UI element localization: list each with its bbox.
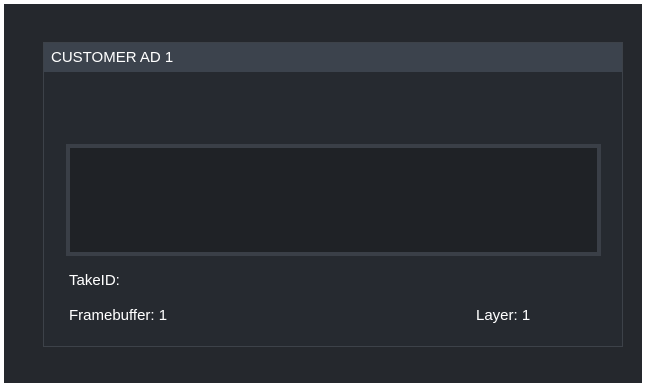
framebuffer-label: Framebuffer: 1 (69, 307, 168, 324)
take-id-label: TakeID: (69, 272, 120, 289)
layer-label: Layer: 1 (476, 307, 531, 324)
app-window: CUSTOMER AD 1 TakeID: Framebuffer: 1 Lay… (4, 4, 642, 383)
panel-title: CUSTOMER AD 1 (44, 43, 622, 72)
customer-ad-panel[interactable]: CUSTOMER AD 1 TakeID: Framebuffer: 1 Lay… (43, 42, 623, 347)
preview-frame (66, 144, 601, 256)
